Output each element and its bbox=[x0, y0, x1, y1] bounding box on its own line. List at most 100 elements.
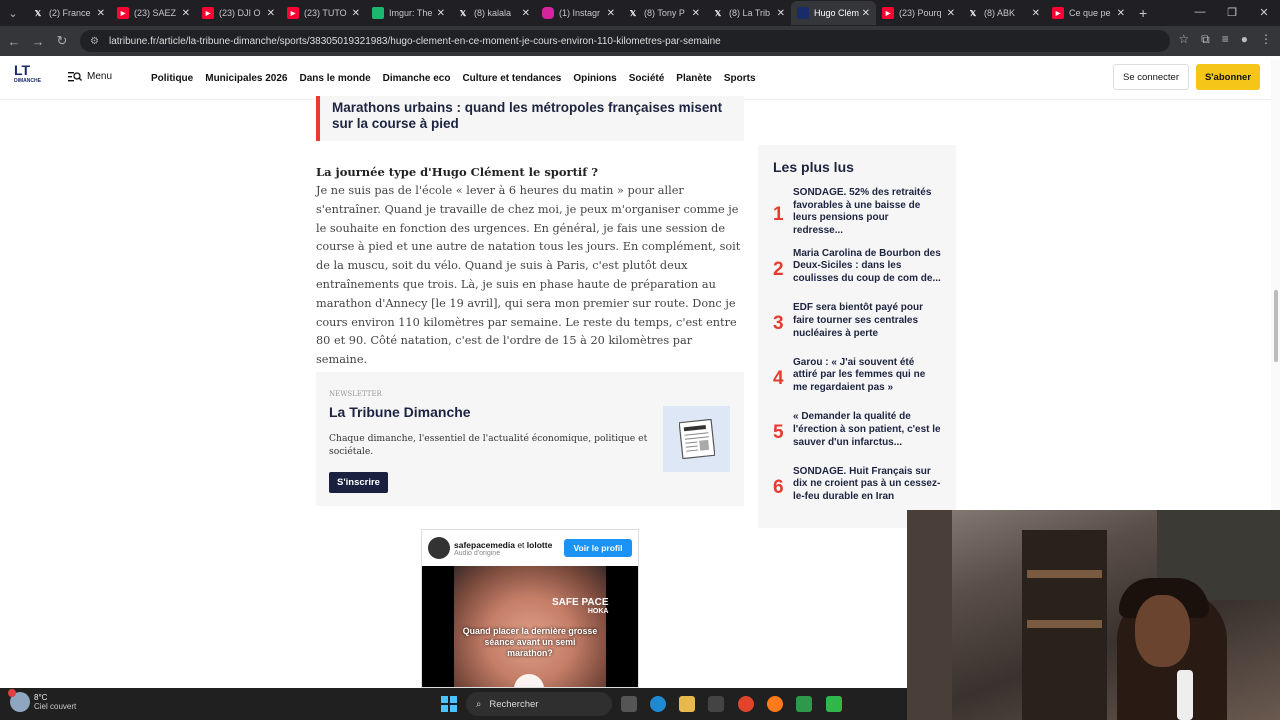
profile-icon[interactable]: ● bbox=[1241, 32, 1248, 47]
newsletter-description: Chaque dimanche, l'essentiel de l'actual… bbox=[329, 433, 648, 457]
audio-label: Audio d'origine bbox=[454, 549, 501, 557]
edge-icon[interactable] bbox=[650, 696, 666, 712]
chrome-icon[interactable] bbox=[738, 696, 754, 712]
browser-tab[interactable]: ▶ (23) Pourq ✕ bbox=[876, 1, 961, 25]
interview-question: La journée type d'Hugo Clément le sporti… bbox=[316, 165, 598, 179]
most-read-item[interactable]: 6 SONDAGE. Huit Français sur dix ne croie… bbox=[773, 458, 956, 513]
login-button[interactable]: Se connecter bbox=[1113, 64, 1189, 90]
browser-tab[interactable]: ▶ Ce que pe ✕ bbox=[1046, 1, 1131, 25]
weather-widget[interactable]: 8°C Ciel couvert bbox=[8, 689, 76, 712]
browser-tab[interactable]: Imgur: The ✕ bbox=[366, 1, 451, 25]
close-tab-icon[interactable]: ✕ bbox=[777, 8, 785, 19]
menu-button[interactable]: Menu bbox=[68, 71, 112, 82]
close-tab-icon[interactable]: ✕ bbox=[1032, 8, 1040, 19]
extensions-icon[interactable]: ⧉ bbox=[1201, 32, 1210, 47]
tab-list-dropdown-icon[interactable]: ⌄ bbox=[0, 1, 26, 25]
close-tab-icon[interactable]: ✕ bbox=[947, 8, 955, 19]
avatar[interactable] bbox=[428, 537, 450, 559]
browser-tab[interactable]: Hugo Clém ✕ bbox=[791, 1, 876, 25]
browser-tab[interactable]: ▶ (23) SAEZ ✕ bbox=[111, 1, 196, 25]
browser-tab[interactable]: 𝕏 (8) ABK ✕ bbox=[961, 1, 1046, 25]
interview-answer: Je ne suis pas de l'école « lever à 6 he… bbox=[316, 184, 741, 367]
media-icon[interactable]: ≡ bbox=[1222, 32, 1229, 47]
tab-title: (8) kalala bbox=[474, 8, 512, 18]
most-read-rank: 1 bbox=[773, 204, 784, 226]
menu-search-icon bbox=[68, 72, 82, 82]
close-tab-icon[interactable]: ✕ bbox=[692, 8, 700, 19]
author-2[interactable]: lolotte bbox=[527, 540, 553, 550]
site-info-icon[interactable]: ⚙ bbox=[90, 36, 99, 47]
url-field[interactable]: ⚙ latribune.fr/article/la-tribune-dimanc… bbox=[80, 30, 1170, 52]
reload-icon[interactable]: ↻ bbox=[50, 33, 74, 49]
nav-link[interactable]: Dimanche eco bbox=[383, 73, 451, 84]
maximize-icon[interactable]: ❐ bbox=[1216, 0, 1248, 24]
browser-tab[interactable]: ▶ (23) DJI O ✕ bbox=[196, 1, 281, 25]
newsletter-subscribe-button[interactable]: S'inscrire bbox=[329, 472, 388, 493]
video-caption: Quand placer la dernière grosse séance a… bbox=[462, 626, 598, 658]
site-logo[interactable]: LT DIMANCHE bbox=[14, 63, 42, 91]
nav-link[interactable]: Planète bbox=[676, 73, 712, 84]
most-read-headline: SONDAGE. 52% des retraités favorables à … bbox=[793, 187, 932, 236]
browser-tab[interactable]: (1) Instagr ✕ bbox=[536, 1, 621, 25]
tab-title: (23) Pourq bbox=[899, 8, 942, 18]
most-read-item[interactable]: 4 Garou : « J'ai souvent été attiré par l… bbox=[773, 349, 956, 404]
taskbar-search[interactable]: ⌕ Rechercher bbox=[466, 692, 612, 716]
nav-link[interactable]: Opinions bbox=[573, 73, 616, 84]
store-icon[interactable] bbox=[708, 696, 724, 712]
nav-link[interactable]: Sports bbox=[724, 73, 756, 84]
webcam-person-head bbox=[1135, 595, 1190, 667]
close-tab-icon[interactable]: ✕ bbox=[862, 8, 870, 19]
close-tab-icon[interactable]: ✕ bbox=[522, 8, 530, 19]
browser-menu-icon[interactable]: ⋮ bbox=[1260, 32, 1272, 47]
most-read-item[interactable]: 1 SONDAGE. 52% des retraités favorables à… bbox=[773, 185, 956, 240]
most-read-headline: Garou : « J'ai souvent été attiré par le… bbox=[793, 356, 926, 394]
view-profile-button[interactable]: Voir le profil bbox=[564, 539, 632, 557]
nav-link[interactable]: Société bbox=[629, 73, 665, 84]
weather-temp: 8°C bbox=[34, 692, 48, 702]
x-icon: 𝕏 bbox=[629, 8, 637, 18]
nav-link[interactable]: Culture et tendances bbox=[462, 73, 561, 84]
close-tab-icon[interactable]: ✕ bbox=[97, 8, 105, 19]
most-read-item[interactable]: 3 EDF sera bientôt payé pour faire tourne… bbox=[773, 294, 956, 349]
close-tab-icon[interactable]: ✕ bbox=[1117, 8, 1125, 19]
author-1[interactable]: safepacemedia bbox=[454, 540, 515, 550]
browser-tab[interactable]: ▶ (23) TUTO ✕ bbox=[281, 1, 366, 25]
nav-link[interactable]: Politique bbox=[151, 73, 193, 84]
start-icon[interactable] bbox=[441, 696, 457, 712]
x-icon: 𝕏 bbox=[34, 8, 42, 18]
tab-strip: 𝕏 (2) France ✕ ▶ (23) SAEZ ✕ ▶ (23) DJI O ✕ ▶ (23)… bbox=[26, 1, 1131, 25]
close-tab-icon[interactable]: ✕ bbox=[607, 8, 615, 19]
browser-tab[interactable]: 𝕏 (8) kalala ✕ bbox=[451, 1, 536, 25]
file-explorer-icon[interactable] bbox=[679, 696, 695, 712]
close-tab-icon[interactable]: ✕ bbox=[437, 8, 445, 19]
task-view-icon[interactable] bbox=[621, 696, 637, 712]
browser-tabbar: ⌄ 𝕏 (2) France ✕ ▶ (23) SAEZ ✕ ▶ (23) DJI O ✕ ▶ (2… bbox=[0, 0, 1280, 26]
browser-tab[interactable]: 𝕏 (8) Tony P ✕ bbox=[621, 1, 706, 25]
most-read-list: 1 SONDAGE. 52% des retraités favorables à… bbox=[773, 185, 956, 512]
bookmark-star-icon[interactable]: ☆ bbox=[1178, 32, 1189, 47]
close-tab-icon[interactable]: ✕ bbox=[352, 8, 360, 19]
related-article-link[interactable]: Marathons urbains : quand les métropoles… bbox=[316, 96, 744, 141]
close-window-icon[interactable]: ✕ bbox=[1248, 0, 1280, 24]
forward-icon[interactable]: → bbox=[26, 34, 50, 49]
app-icon[interactable] bbox=[796, 696, 812, 712]
webcam-shelf-board bbox=[1027, 570, 1102, 578]
close-tab-icon[interactable]: ✕ bbox=[267, 8, 275, 19]
close-tab-icon[interactable]: ✕ bbox=[182, 8, 190, 19]
browser-tab[interactable]: 𝕏 (8) La Trib ✕ bbox=[706, 1, 791, 25]
back-icon[interactable]: ← bbox=[2, 34, 26, 49]
nav-link[interactable]: Municipales 2026 bbox=[205, 73, 287, 84]
tab-title: Ce que pe bbox=[1069, 8, 1111, 18]
minimize-icon[interactable]: — bbox=[1184, 0, 1216, 24]
most-read-item[interactable]: 5 « Demander la qualité de l'érection à s… bbox=[773, 403, 956, 458]
xbox-icon[interactable] bbox=[826, 696, 842, 712]
new-tab-button[interactable]: + bbox=[1139, 5, 1147, 21]
scrollbar-thumb[interactable] bbox=[1274, 290, 1278, 362]
instagram-video[interactable]: SAFE PACE HOKA Quand placer la dernière … bbox=[422, 566, 638, 687]
browser-tab[interactable]: 𝕏 (2) France ✕ bbox=[26, 1, 111, 25]
nav-link[interactable]: Dans le monde bbox=[300, 73, 371, 84]
most-read-item[interactable]: 2 Maria Carolina de Bourbon des Deux-Sici… bbox=[773, 240, 956, 295]
webcam-shelf-board bbox=[1027, 620, 1102, 628]
firefox-icon[interactable] bbox=[767, 696, 783, 712]
subscribe-button[interactable]: S'abonner bbox=[1196, 64, 1260, 90]
